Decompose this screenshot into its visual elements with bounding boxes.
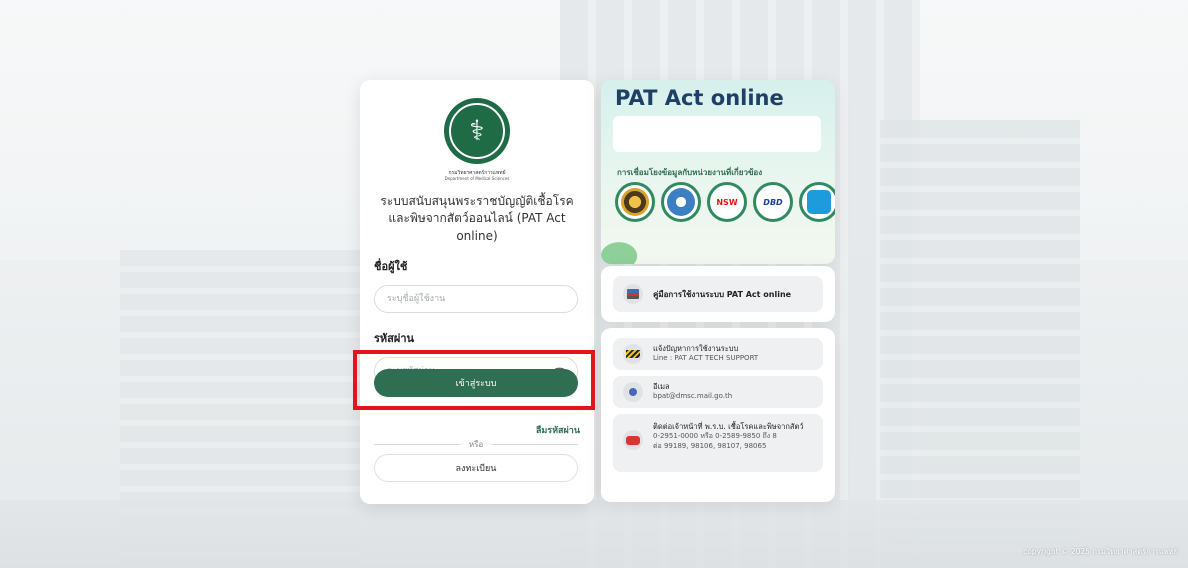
system-title: ระบบสนับสนุนพระราชบัญญัติเชื้อโรค และพิษ…: [374, 193, 580, 245]
contact-card: แจ้งปัญหาการใช้งานระบบ Line : PAT ACT TE…: [601, 328, 835, 502]
phone-contact[interactable]: ติดต่อเจ้าหน้าที่ พ.ร.บ. เชื้อโรคและพิษจ…: [613, 414, 823, 472]
manual-card: คู่มือการใช้งานระบบ PAT Act online: [601, 266, 835, 322]
email-title: อีเมล: [653, 382, 670, 392]
support-title: แจ้งปัญหาการใช้งานระบบ: [653, 344, 739, 354]
email-text: อีเมล bpat@dmsc.mail.go.th: [653, 382, 732, 402]
agency-logo-2: [661, 182, 701, 222]
telephone-icon: [626, 435, 640, 445]
username-field-wrap: [374, 285, 580, 314]
user-manual-label: คู่มือการใช้งานระบบ PAT Act online: [653, 289, 792, 299]
email-icon-wrap: [623, 382, 643, 402]
banner-description-box: [613, 116, 821, 152]
agency-emblem-icon: [667, 188, 695, 216]
agency-logo-nsw: NSW: [707, 182, 747, 222]
agency-logo-1: [615, 182, 655, 222]
agency-logo-dbd: DBD: [753, 182, 793, 222]
phone-title: ติดต่อเจ้าหน้าที่ พ.ร.บ. เชื้อโรคและพิษจ…: [653, 422, 804, 431]
login-card: ⚕ กรมวิทยาศาสตร์การแพทย์ Department of M…: [360, 80, 594, 504]
agency-logos: NSW DBD: [615, 182, 835, 222]
background-photo: [0, 0, 1188, 568]
banner-connect-heading: การเชื่อมโยงข้อมูลกับหน่วยงานที่เกี่ยวข้…: [617, 168, 763, 177]
support-contact[interactable]: แจ้งปัญหาการใช้งานระบบ Line : PAT ACT TE…: [613, 338, 823, 370]
pat-act-banner: PAT Act online การเชื่อมโยงข้อมูลกับหน่ว…: [601, 80, 835, 264]
password-label: รหัสผ่าน: [374, 332, 415, 346]
agency-logo-5: [799, 182, 835, 222]
divider-line-left: [374, 443, 461, 445]
phone-line1: 0-2951-0000 หรือ 0-2589-9850 ถึง 8: [653, 431, 777, 440]
background-veil: [0, 0, 1188, 568]
email-contact[interactable]: อีเมล bpat@dmsc.mail.go.th: [613, 376, 823, 408]
banner-title: PAT Act online: [615, 86, 784, 110]
username-label: ชื่อผู้ใช้: [374, 260, 408, 274]
email-icon: [629, 388, 637, 396]
warning-stripe-icon: [626, 350, 640, 358]
user-manual-link[interactable]: คู่มือการใช้งานระบบ PAT Act online: [613, 276, 823, 312]
logo-block: ⚕ กรมวิทยาศาสตร์การแพทย์ Department of M…: [374, 98, 580, 181]
agency-seal-icon: [621, 188, 649, 216]
org-name-en: Department of Medical Sciences: [444, 176, 510, 181]
copyright-text: copyright © 2025 กรมวิทยาศาสตร์การแพทย์: [1023, 547, 1178, 556]
system-title-line2: และพิษจากสัตว์ออนไลน์ (PAT Act online): [388, 211, 566, 243]
register-button[interactable]: ลงทะเบียน: [374, 454, 578, 482]
support-text: แจ้งปัญหาการใช้งานระบบ Line : PAT ACT TE…: [653, 344, 758, 364]
book-stack-icon: [627, 289, 639, 299]
support-detail: Line : PAT ACT TECH SUPPORT: [653, 353, 759, 362]
email-detail: bpat@dmsc.mail.go.th: [653, 391, 733, 400]
forgot-password-link[interactable]: ลืมรหัสผ่าน: [536, 423, 580, 437]
caduceus-icon: ⚕: [469, 114, 485, 147]
login-button[interactable]: เข้าสู่ระบบ: [374, 369, 578, 397]
agency-square-icon: [807, 190, 831, 214]
leaf-decoration: [601, 224, 661, 264]
manual-icon-wrap: [623, 284, 643, 304]
support-icon-wrap: [623, 344, 643, 364]
phone-icon-wrap: [623, 430, 643, 450]
divider-line-right: [491, 443, 578, 445]
phone-text: ติดต่อเจ้าหน้าที่ พ.ร.บ. เชื้อโรคและพิษจ…: [653, 422, 804, 451]
dmsc-seal-logo: ⚕: [444, 98, 510, 164]
system-title-line1: ระบบสนับสนุนพระราชบัญญัติเชื้อโรค: [380, 194, 574, 208]
or-divider: หรือ: [374, 438, 578, 450]
phone-line2: ต่อ 99189, 98106, 98107, 98065: [653, 441, 767, 450]
or-text: หรือ: [468, 439, 484, 449]
username-input[interactable]: [374, 285, 578, 314]
